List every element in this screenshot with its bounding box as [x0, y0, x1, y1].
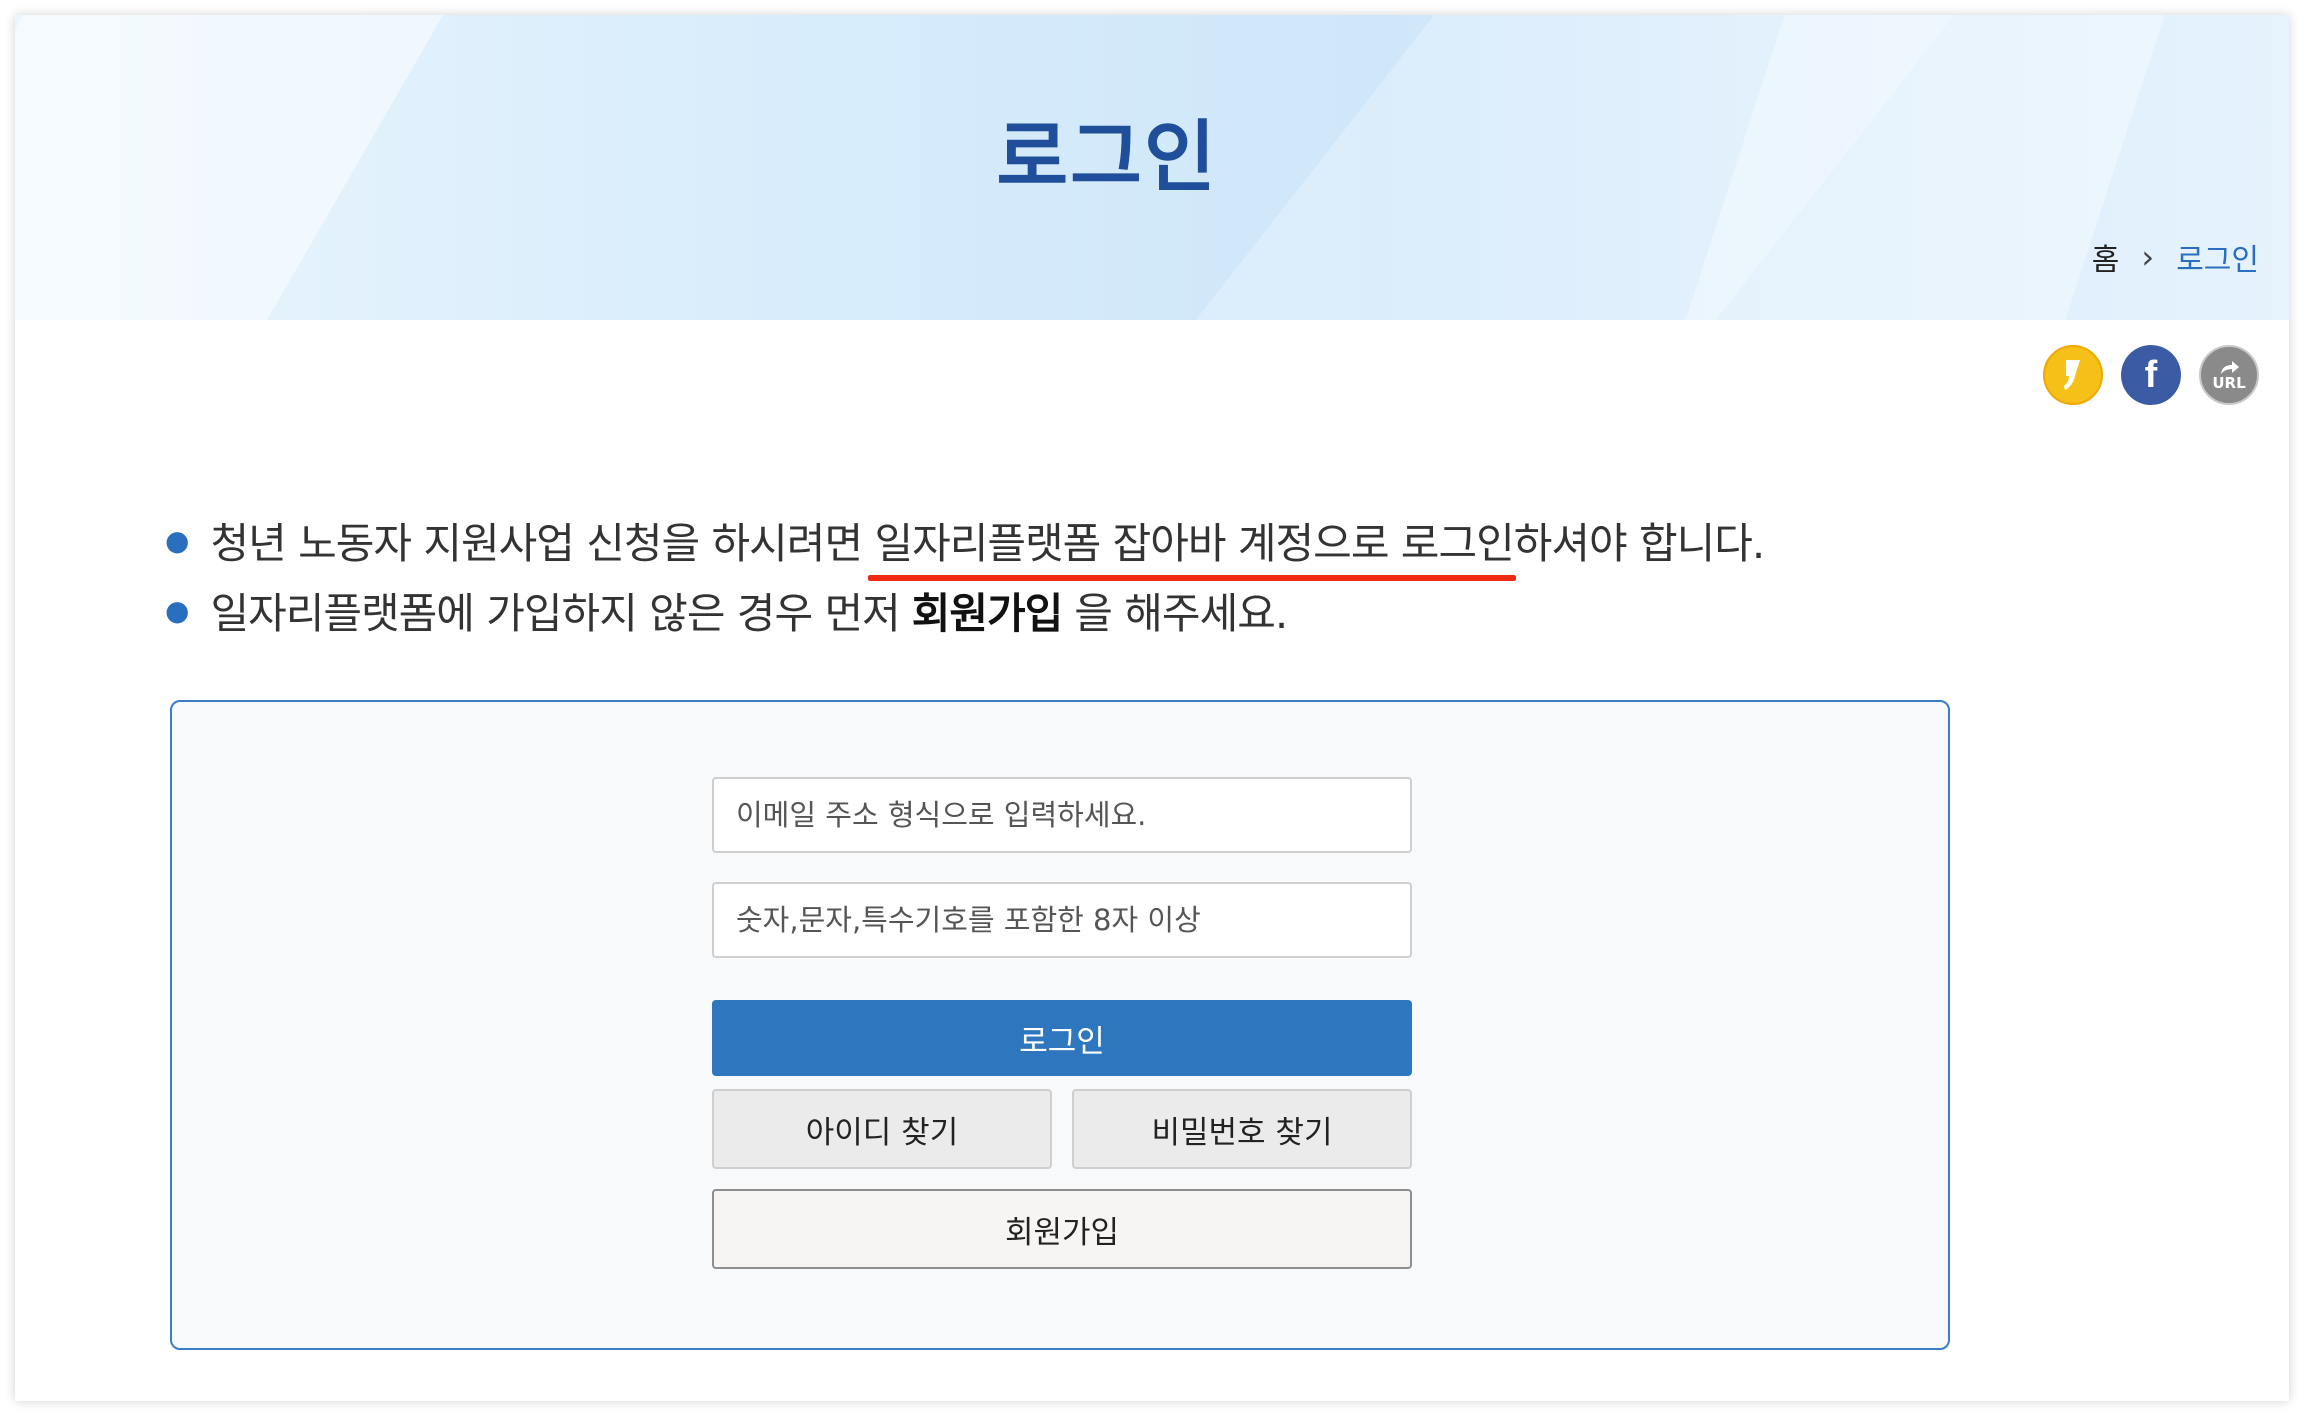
- notice-text: 일자리플랫폼에 가입하지 않은 경우 먼저: [210, 588, 900, 638]
- url-label: URL: [2212, 373, 2246, 392]
- kakao-story-glyph: [2064, 360, 2080, 390]
- bullet-icon: ●: [165, 523, 189, 557]
- join-button[interactable]: 회원가입: [712, 1189, 1412, 1269]
- notice-text: 을 해주세요.: [1074, 588, 1288, 638]
- notice-highlight: 일자리플랫폼 잡아바 계정으로 로그인: [868, 510, 1517, 581]
- page-container: 로그인 홈 › 로그인 f URL ● 청년 노동자 지원사업 신청을 하시려면…: [15, 15, 2289, 1401]
- breadcrumb: 홈 › 로그인: [2092, 235, 2259, 279]
- breadcrumb-current[interactable]: 로그인: [2176, 235, 2259, 279]
- notice-list: ● 청년 노동자 지원사업 신청을 하시려면 일자리플랫폼 잡아바 계정으로 로…: [165, 505, 1766, 645]
- breadcrumb-home[interactable]: 홈: [2092, 235, 2120, 279]
- facebook-glyph: f: [2144, 353, 2158, 396]
- share-buttons: f URL: [2043, 345, 2259, 405]
- email-input[interactable]: [712, 777, 1412, 853]
- facebook-icon[interactable]: f: [2121, 345, 2181, 405]
- url-share-icon[interactable]: URL: [2199, 345, 2259, 405]
- kakao-story-icon[interactable]: [2043, 345, 2103, 405]
- login-button[interactable]: 로그인: [712, 1000, 1412, 1076]
- notice-item: ● 청년 노동자 지원사업 신청을 하시려면 일자리플랫폼 잡아바 계정으로 로…: [165, 505, 1766, 581]
- find-password-button[interactable]: 비밀번호 찾기: [1072, 1089, 1412, 1169]
- password-input[interactable]: [712, 882, 1412, 958]
- notice-text: 하셔야 합니다.: [1513, 518, 1766, 568]
- notice-text: 청년 노동자 지원사업 신청을 하시려면: [210, 518, 875, 568]
- login-form: 로그인 아이디 찾기 비밀번호 찾기 회원가입: [170, 700, 1950, 1350]
- join-link-text[interactable]: 회원가입: [912, 580, 1064, 641]
- notice-item: ● 일자리플랫폼에 가입하지 않은 경우 먼저 회원가입 을 해주세요.: [165, 575, 1764, 645]
- find-id-button[interactable]: 아이디 찾기: [712, 1089, 1052, 1169]
- header-banner: 로그인 홈 › 로그인: [15, 15, 2289, 320]
- page-title: 로그인: [996, 113, 1218, 203]
- bullet-icon: ●: [165, 593, 189, 627]
- chevron-right-icon: ›: [2141, 238, 2155, 276]
